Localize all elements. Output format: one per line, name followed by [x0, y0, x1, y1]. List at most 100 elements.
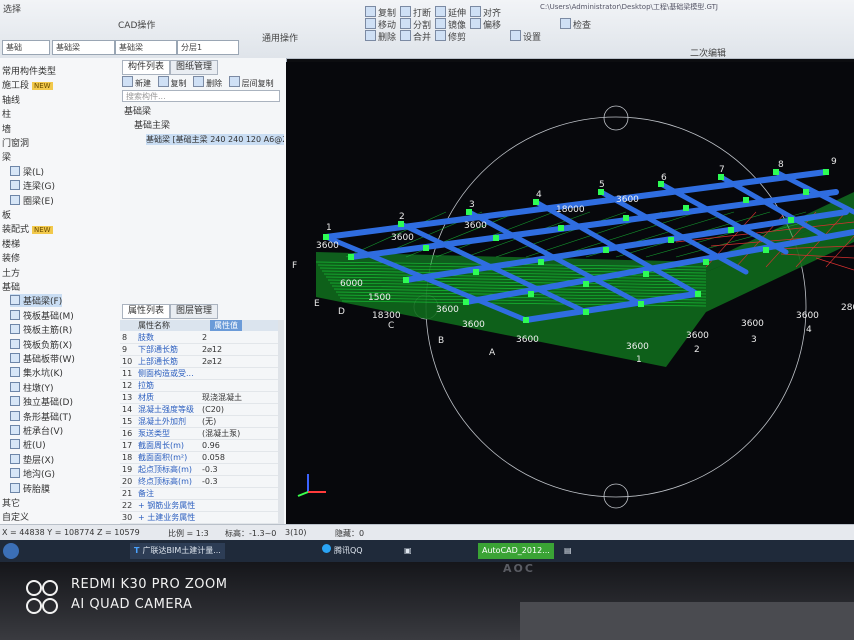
property-row[interactable]: 13 材质 现浇混凝土 [120, 392, 278, 404]
tree-item[interactable]: 土方 [2, 266, 20, 279]
tree-item[interactable]: 柱 [2, 107, 11, 120]
tree-item[interactable]: 砖胎膜 [10, 482, 50, 495]
tree-item[interactable]: 装配式 NEW [2, 222, 53, 235]
tab-component-list[interactable]: 构件列表 [122, 60, 171, 75]
tree-item[interactable]: 筏板主筋(R) [10, 323, 72, 336]
ribbon-settings-button[interactable]: 设置 [510, 30, 541, 43]
tree-item-label: 梁 [2, 153, 12, 164]
property-value[interactable]: 0.058 [202, 452, 276, 463]
monitor-brand-logo: AOC [503, 562, 535, 575]
component-toolbar: 新建 复制 删除 层间复制 [122, 76, 282, 88]
tree-item[interactable]: 圈梁(E) [10, 194, 54, 207]
floor-select[interactable]: 基础 [2, 40, 50, 55]
tab-property-list[interactable]: 属性列表 [122, 304, 171, 319]
tree-item[interactable]: 门窗洞 [2, 136, 29, 149]
select-button[interactable]: 选择 [3, 2, 21, 15]
component-type-icon [10, 180, 20, 191]
component-type-tree: 常用构件类型 施工段 NEW 轴线柱墙门窗洞梁梁(L) 连梁(G) 圈梁(E) 板装配式 NE… [0, 58, 121, 540]
property-value[interactable]: -0.3 [202, 476, 276, 487]
tree-item[interactable]: 独立基础(D) [10, 395, 73, 408]
property-row[interactable]: 21 备注 [120, 488, 278, 500]
tab-drawing-manager[interactable]: 图纸管理 [170, 60, 219, 75]
tree-item[interactable]: 柱墩(Y) [10, 381, 54, 394]
model-drawing[interactable]: 1234567 8 91234ABCDEF360036003600183001500… [286, 62, 854, 524]
tree-item[interactable]: 楼梯 [2, 237, 20, 250]
tree-item[interactable]: 条形基础(T) [10, 410, 72, 423]
ribbon-trim-button[interactable]: 修剪 [435, 30, 466, 43]
property-row[interactable]: 14 混凝土强度等级 (C20) [120, 404, 278, 416]
tree-item[interactable]: 常用构件类型 [2, 64, 56, 77]
component-select[interactable]: 分层1 [177, 40, 239, 55]
property-row[interactable]: 11 侧面构造或受... [120, 368, 278, 380]
property-row[interactable]: 17 截面周长(m) 0.96 [120, 440, 278, 452]
copy-button[interactable]: 复制 [157, 76, 187, 88]
ribbon-merge-button[interactable]: 合并 [400, 30, 431, 43]
property-row[interactable]: 8 肢数 2 [120, 332, 278, 344]
property-value[interactable]: 2⌀12 [202, 356, 276, 367]
taskbar-item-gtj[interactable]: T 广联达BIM土建计量... [130, 543, 225, 559]
tree-item[interactable]: 基础梁(F) [10, 294, 63, 308]
component-search-input[interactable]: 搜索构件... [122, 90, 280, 102]
property-value[interactable]: -0.3 [202, 464, 276, 475]
tree-item[interactable]: 基础板带(W) [10, 352, 75, 365]
tree-item[interactable]: 筏板负筋(X) [10, 338, 72, 351]
tree-item[interactable]: 集水坑(K) [10, 366, 63, 379]
tree-item[interactable]: 自定义 [2, 510, 29, 523]
tree-item-label: 其它 [2, 499, 21, 509]
tree-item[interactable]: 垫层(X) [10, 453, 54, 466]
tree-item[interactable]: 桩(U) [10, 438, 46, 451]
category-select[interactable]: 基础梁 [52, 40, 115, 55]
tree-item[interactable]: 地沟(G) [10, 467, 55, 480]
property-scrollbar[interactable] [278, 320, 284, 530]
taskbar-item-qq[interactable]: 腾讯QQ [318, 543, 367, 559]
delete-button[interactable]: 删除 [193, 76, 222, 88]
tree-item[interactable]: 板 [2, 208, 11, 221]
property-row[interactable]: 19 起点顶标高(m) -0.3 [120, 464, 278, 476]
property-value[interactable]: (无) [202, 416, 276, 427]
3d-viewport[interactable]: 1 2 3 4 5 6 7 8 9 1 2 3 4 A B C D E F 3600 3600 3600 18300 1500… [286, 62, 854, 524]
property-value[interactable]: 2 [202, 332, 276, 343]
taskbar-item-other[interactable]: ▤ [560, 543, 576, 559]
ribbon-check-button[interactable]: 检查 [560, 18, 591, 31]
property-value[interactable]: 现浇混凝土 [202, 392, 276, 403]
property-row[interactable]: 18 截面面积(m²) 0.058 [120, 452, 278, 464]
property-value[interactable]: (C20) [202, 404, 276, 415]
tree-item[interactable]: 轴线 [2, 93, 20, 106]
property-value[interactable]: (混凝土泵) [202, 428, 276, 439]
new-button[interactable]: 新建 [122, 76, 151, 88]
ribbon-offset-button[interactable]: 偏移 [470, 18, 501, 31]
property-row[interactable]: 15 混凝土外加剂 (无) [120, 416, 278, 428]
property-row[interactable]: 12 拉筋 [120, 380, 278, 392]
y-axis-indicator [297, 491, 309, 497]
property-row[interactable]: 9 下部通长筋 2⌀12 [120, 344, 278, 356]
tree-item[interactable]: 基础 [2, 280, 20, 293]
type-select[interactable]: 基础梁 [115, 40, 177, 55]
tree-item[interactable]: 装修 [2, 251, 20, 264]
property-name: 拉筋 [138, 381, 154, 390]
tree-item[interactable]: 筏板基础(M) [10, 309, 74, 322]
tree-item[interactable]: 梁(L) [10, 165, 44, 178]
start-button[interactable] [3, 543, 19, 559]
tree-leaf-selected[interactable]: 基础梁 [基础主梁 240 240 120 A6@2] [146, 134, 284, 145]
tree-child[interactable]: 基础主梁 [134, 118, 170, 131]
property-row[interactable]: 10 上部通长筋 2⌀12 [120, 356, 278, 368]
taskbar-item-autocad[interactable]: AutoCAD_2012... [478, 543, 554, 559]
tree-item[interactable]: 施工段 NEW [2, 78, 53, 91]
tab-layer-manager[interactable]: 图层管理 [170, 304, 219, 319]
property-value[interactable]: 2⌀12 [202, 344, 276, 355]
tree-item[interactable]: 墙 [2, 122, 11, 135]
copy-between-floors-button[interactable]: 层间复制 [228, 76, 274, 88]
property-row[interactable]: 22 + 钢筋业务属性 [120, 500, 278, 512]
tree-item[interactable]: 梁 [2, 150, 11, 163]
property-value[interactable]: 0.96 [202, 440, 276, 451]
property-row[interactable]: 20 终点顶标高(m) -0.3 [120, 476, 278, 488]
tree-item[interactable]: 其它 [2, 496, 20, 509]
status-bar: X = 44838 Y = 108774 Z = 10579 比例 = 1:3 … [0, 524, 854, 541]
tree-item[interactable]: 桩承台(V) [10, 424, 63, 437]
property-row[interactable]: 16 泵送类型 (混凝土泵) [120, 428, 278, 440]
tree-root[interactable]: 基础梁 [124, 104, 151, 117]
taskbar-item-explorer[interactable]: ▣ [400, 543, 416, 559]
ribbon-delete-button[interactable]: 删除 [365, 30, 396, 43]
tree-item[interactable]: 连梁(G) [10, 179, 55, 192]
property-row[interactable]: 30 + 土建业务属性 [120, 512, 278, 524]
